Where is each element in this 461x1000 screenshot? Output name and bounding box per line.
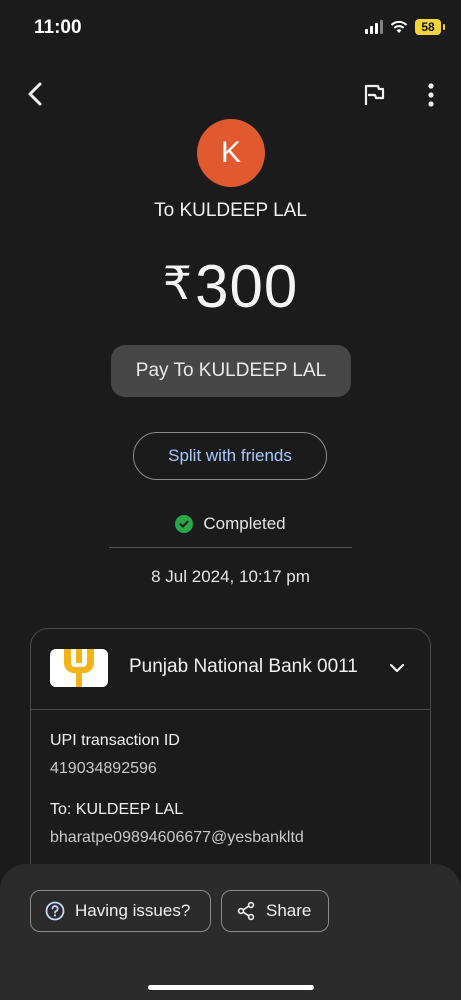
recipient-upi-id: bharatpe09894606677@yesbankltd: [50, 829, 304, 846]
card-divider: [31, 709, 430, 710]
more-options-icon[interactable]: [418, 80, 444, 110]
recipient-label: To: KULDEEP LAL: [50, 801, 184, 818]
upi-transaction-id-value: 419034892596: [50, 760, 157, 777]
wifi-icon: [390, 20, 408, 33]
flag-icon[interactable]: [358, 80, 388, 110]
bank-account-row[interactable]: Punjab National Bank 0011: [31, 629, 430, 707]
payment-note-chip: Pay To KULDEEP LAL: [111, 345, 351, 397]
status-icons: 58: [365, 19, 445, 35]
help-icon: [45, 901, 65, 921]
upi-transaction-id-label: UPI transaction ID: [50, 732, 180, 749]
top-app-bar: [0, 70, 461, 120]
status-time: 11:00: [34, 17, 82, 38]
payment-amount: ₹300: [0, 252, 461, 321]
having-issues-button[interactable]: Having issues?: [30, 890, 211, 932]
avatar: K: [197, 119, 265, 187]
status-bar: 11:00 58: [0, 0, 461, 56]
back-arrow-icon[interactable]: [20, 78, 52, 110]
cellular-signal-icon: [365, 20, 383, 34]
having-issues-label: Having issues?: [75, 901, 191, 920]
check-circle-icon: [175, 515, 194, 533]
status-text: Completed: [203, 514, 286, 533]
battery-indicator: 58: [415, 19, 445, 35]
transaction-status: Completed: [0, 514, 461, 534]
bottom-action-bar: Having issues? Share: [0, 864, 461, 1000]
home-indicator[interactable]: [148, 985, 314, 990]
amount-value: 300: [195, 253, 299, 320]
bank-name: Punjab National Bank 0011: [129, 656, 358, 677]
share-button[interactable]: Share: [221, 890, 329, 932]
share-icon: [237, 901, 255, 921]
divider: [109, 547, 352, 548]
split-with-friends-button[interactable]: Split with friends: [133, 432, 327, 480]
share-label: Share: [266, 901, 312, 920]
recipient-name: To KULDEEP LAL: [154, 200, 307, 221]
transaction-date: 8 Jul 2024, 10:17 pm: [151, 567, 310, 586]
currency-symbol: ₹: [162, 257, 194, 309]
chevron-down-icon: [389, 663, 405, 673]
bank-logo-icon: [50, 649, 108, 687]
